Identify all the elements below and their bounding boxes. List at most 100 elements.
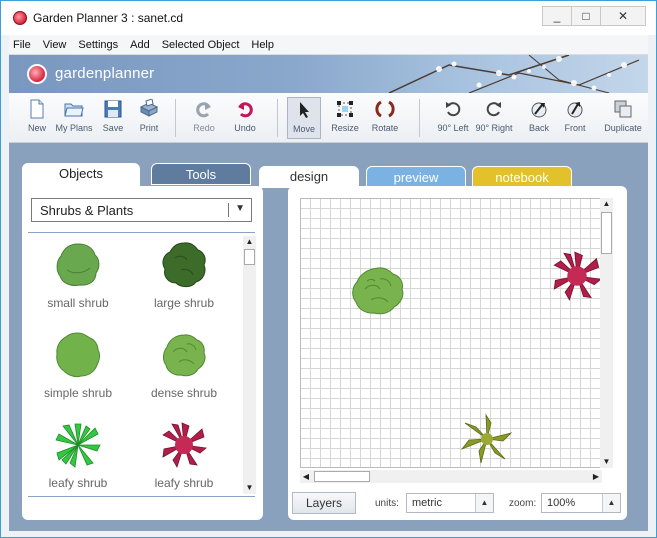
object-label: simple shrub <box>43 386 113 400</box>
resize-label: Resize <box>331 123 359 133</box>
window-title: Garden Planner 3 : sanet.cd <box>33 11 184 25</box>
save-disk-icon <box>104 100 122 118</box>
objects-scrollbar[interactable]: ▲ ▼ <box>243 236 256 494</box>
resize-icon <box>337 101 353 117</box>
large-shrub-icon <box>162 242 206 288</box>
move-label: Move <box>292 124 315 134</box>
menu-help[interactable]: Help <box>245 39 280 51</box>
chevron-down-icon: ▼ <box>235 203 245 214</box>
canvas-vertical-scrollbar[interactable]: ▲ ▼ <box>600 198 613 468</box>
toolbar: New My Plans Save Print Redo Undo Move R… <box>9 93 648 143</box>
tab-notebook[interactable]: notebook <box>472 166 572 188</box>
chevron-up-icon[interactable]: ▲ <box>475 494 493 512</box>
object-label: large shrub <box>153 296 215 310</box>
undo-button[interactable]: Undo <box>221 97 269 139</box>
object-small-shrub[interactable]: small shrub <box>28 236 128 324</box>
brand-name: gardenplanner <box>55 65 155 82</box>
object-label: leafy shrub <box>154 476 214 490</box>
menu-file[interactable]: File <box>9 39 37 51</box>
units-select[interactable]: metric ▲ <box>406 493 494 513</box>
close-button[interactable]: ✕ <box>600 6 646 26</box>
folder-icon <box>64 103 84 117</box>
scroll-right-icon[interactable]: ▶ <box>590 470 602 483</box>
tab-objects[interactable]: Objects <box>22 163 140 187</box>
duplicate-button[interactable]: Duplicate <box>600 97 646 139</box>
printer-icon <box>139 99 159 117</box>
title-bar: Garden Planner 3 : sanet.cd _ □ ✕ <box>1 1 656 35</box>
toolbar-separator <box>419 99 420 137</box>
undo-icon <box>238 102 253 118</box>
tab-design[interactable]: design <box>259 166 359 188</box>
duplicate-icon <box>614 100 632 118</box>
rotate-right-button[interactable]: 90° Right <box>470 97 518 139</box>
design-canvas[interactable] <box>300 198 602 468</box>
design-panel: ▲ ▼ ◀ ▶ Layers units: metric ▲ zoom: 100… <box>288 186 627 520</box>
object-leafy-shrub-red[interactable]: leafy shrub <box>134 416 234 494</box>
menu-settings[interactable]: Settings <box>72 39 124 51</box>
work-area: Objects Tools Shrubs & Plants ▼ small sh… <box>9 143 648 531</box>
object-label: small shrub <box>47 296 109 310</box>
rotate-label: Rotate <box>371 123 399 133</box>
new-document-icon <box>30 99 44 119</box>
scroll-up-icon[interactable]: ▲ <box>600 198 613 210</box>
design-bottom-bar: Layers units: metric ▲ zoom: 100% ▲ <box>288 488 627 516</box>
zoom-select[interactable]: 100% ▲ <box>541 493 621 513</box>
rotate-right-icon <box>486 102 501 117</box>
object-large-shrub[interactable]: large shrub <box>134 236 234 324</box>
print-label: Print <box>139 123 159 133</box>
canvas-horizontal-scrollbar[interactable]: ◀ ▶ <box>300 470 602 483</box>
dense-shrub-icon <box>163 334 206 377</box>
minimize-button[interactable]: _ <box>542 6 572 26</box>
menu-view[interactable]: View <box>37 39 73 51</box>
menu-bar: File View Settings Add Selected Object H… <box>9 35 648 55</box>
undo-label: Undo <box>234 123 256 133</box>
scroll-down-icon[interactable]: ▼ <box>600 456 613 468</box>
object-leafy-shrub-green[interactable]: leafy shrub <box>28 416 128 494</box>
layers-button[interactable]: Layers <box>292 492 356 514</box>
panel-divider <box>28 232 255 233</box>
scroll-thumb[interactable] <box>601 212 612 254</box>
objects-panel: Shrubs & Plants ▼ small shrub large shru… <box>22 186 263 520</box>
leafy-shrub-green-icon <box>55 423 101 468</box>
zoom-label: zoom: <box>509 498 537 509</box>
leafy-shrub-red-icon <box>162 422 207 468</box>
bring-front-button[interactable]: Front <box>552 97 598 139</box>
object-dense-shrub[interactable]: dense shrub <box>134 326 234 414</box>
object-label: dense shrub <box>150 386 218 400</box>
canvas-dense-shrub[interactable] <box>349 265 407 317</box>
toolbar-separator <box>277 99 278 137</box>
scroll-down-icon[interactable]: ▼ <box>243 482 256 494</box>
resize-button[interactable]: Resize <box>325 97 365 139</box>
units-label: units: <box>375 498 399 509</box>
print-button[interactable]: Print <box>125 97 173 139</box>
scroll-thumb[interactable] <box>244 249 255 265</box>
canvas-star-plant[interactable] <box>459 413 515 465</box>
toolbar-separator <box>175 99 176 137</box>
flower-logo-icon <box>27 64 47 84</box>
rotate-button[interactable]: Rotate <box>365 97 405 139</box>
scroll-up-icon[interactable]: ▲ <box>243 236 256 248</box>
category-value: Shrubs & Plants <box>40 203 134 218</box>
simple-shrub-icon <box>56 332 101 378</box>
app-icon <box>13 11 27 25</box>
menu-selected-object[interactable]: Selected Object <box>156 39 246 51</box>
bring-front-label: Front <box>564 123 586 133</box>
chevron-up-icon[interactable]: ▲ <box>602 494 620 512</box>
category-dropdown[interactable]: Shrubs & Plants ▼ <box>31 198 252 222</box>
maximize-button[interactable]: □ <box>571 6 601 26</box>
object-simple-shrub[interactable]: simple shrub <box>28 326 128 414</box>
app-window: Garden Planner 3 : sanet.cd _ □ ✕ File V… <box>0 0 657 538</box>
rotate-icon <box>375 100 395 118</box>
tab-tools[interactable]: Tools <box>151 163 251 185</box>
canvas-leafy-shrub-red[interactable] <box>550 249 602 303</box>
brand-banner: gardenplanner <box>9 55 648 93</box>
menu-add[interactable]: Add <box>124 39 156 51</box>
rotate-left-icon <box>446 102 461 117</box>
object-label: leafy shrub <box>48 476 108 490</box>
tab-preview[interactable]: preview <box>366 166 466 188</box>
scroll-left-icon[interactable]: ◀ <box>300 470 312 483</box>
move-button[interactable]: Move <box>287 97 321 139</box>
rotate-right-label: 90° Right <box>475 123 513 133</box>
scroll-thumb[interactable] <box>314 471 370 482</box>
object-list: small shrub large shrub simple shrub den… <box>28 236 238 494</box>
